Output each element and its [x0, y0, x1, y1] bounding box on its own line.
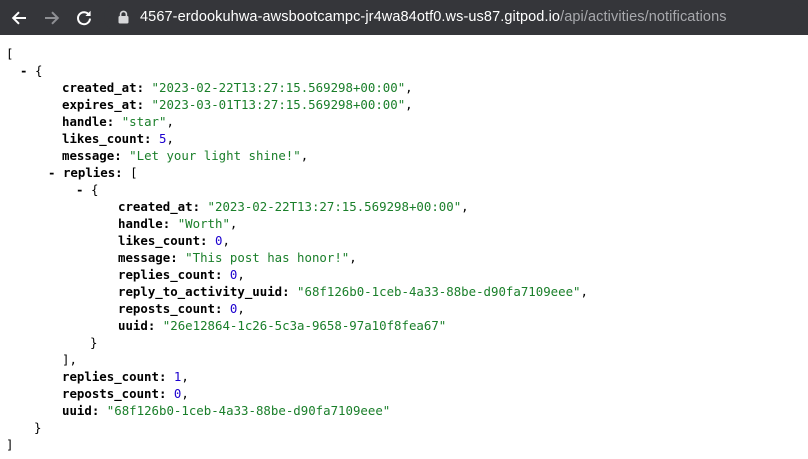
json-line: - {: [20, 63, 43, 78]
json-key: handle:: [118, 216, 171, 231]
url-text[interactable]: 4567-erdookuhwa-awsbootcampc-jr4wa84otf0…: [140, 3, 727, 32]
json-line: reposts_count: 0,: [118, 301, 245, 316]
json-key: reply_to_activity_uuid:: [118, 284, 290, 299]
json-line: likes_count: 0,: [118, 233, 230, 248]
json-value: 5: [159, 131, 167, 146]
json-line: reposts_count: 0,: [62, 386, 189, 401]
json-key: reposts_count:: [62, 386, 167, 401]
json-line: - {: [76, 182, 99, 197]
json-line: reply_to_activity_uuid: "68f126b0-1ceb-4…: [118, 284, 588, 299]
json-key: message:: [118, 250, 178, 265]
json-value: 0: [229, 301, 238, 316]
reload-button[interactable]: [72, 6, 96, 30]
json-line: replies_count: 1,: [62, 369, 189, 384]
collapse-toggle[interactable]: -: [76, 182, 83, 197]
forward-arrow-icon: [45, 11, 60, 25]
json-line: message: "Let your light shine!",: [62, 148, 309, 163]
json-line: likes_count: 5,: [62, 131, 174, 146]
json-line: uuid: "68f126b0-1ceb-4a33-88be-d90fa7109…: [62, 402, 390, 419]
json-value: "Let your light shine!": [129, 148, 301, 163]
json-value: 0: [173, 386, 182, 401]
json-key: created_at:: [62, 80, 145, 95]
json-value: "26e12864-1c26-5c3a-9658-97a10f8fea67": [162, 318, 447, 333]
json-value: "star": [121, 114, 167, 129]
json-value: 1: [173, 369, 182, 384]
browser-toolbar: 4567-erdookuhwa-awsbootcampc-jr4wa84otf0…: [0, 0, 808, 35]
json-key: replies:: [62, 165, 123, 180]
json-value: "2023-02-22T13:27:15.569298+00:00": [151, 80, 406, 95]
json-key: replies_count:: [118, 267, 223, 282]
back-arrow-icon: [11, 11, 26, 25]
json-line: created_at: "2023-02-22T13:27:15.569298+…: [118, 199, 469, 214]
json-key: uuid:: [118, 318, 156, 333]
json-key: handle:: [62, 114, 115, 129]
json-array-close: ]: [6, 437, 14, 452]
json-line: - replies: [: [48, 165, 138, 180]
json-line: expires_at: "2023-03-01T13:27:15.569298+…: [62, 97, 413, 112]
json-value: "2023-03-01T13:27:15.569298+00:00": [151, 97, 406, 112]
json-value: 0: [215, 233, 223, 248]
back-button[interactable]: [7, 6, 31, 30]
json-key: message:: [62, 148, 122, 163]
collapse-toggle[interactable]: -: [48, 165, 55, 180]
json-key: created_at:: [118, 199, 201, 214]
json-key: likes_count:: [118, 233, 208, 248]
lock-icon[interactable]: [118, 10, 129, 24]
json-line: }: [34, 420, 42, 435]
reload-icon: [77, 10, 91, 26]
json-value: "Worth": [177, 216, 230, 231]
json-line: uuid: "26e12864-1c26-5c3a-9658-97a10f8fe…: [118, 317, 446, 334]
json-line: ],: [62, 352, 77, 367]
json-array-open: [: [6, 46, 14, 61]
url-path: /api/activities/notifications: [560, 9, 727, 25]
json-key: expires_at:: [62, 97, 145, 112]
address-bar[interactable]: 4567-erdookuhwa-awsbootcampc-jr4wa84otf0…: [104, 3, 804, 32]
json-line: handle: "Worth",: [118, 216, 238, 231]
json-value: "2023-02-22T13:27:15.569298+00:00": [207, 199, 462, 214]
json-value: "68f126b0-1ceb-4a33-88be-d90fa7109eee": [297, 284, 581, 299]
json-line: created_at: "2023-02-22T13:27:15.569298+…: [62, 80, 413, 95]
json-value: "This post has honor!": [185, 250, 350, 265]
json-value: "68f126b0-1ceb-4a33-88be-d90fa7109eee": [106, 403, 391, 418]
json-line: handle: "star",: [62, 114, 174, 129]
json-line: replies_count: 0,: [118, 267, 245, 282]
url-host: 4567-erdookuhwa-awsbootcampc-jr4wa84otf0…: [140, 9, 561, 25]
json-value: 0: [229, 267, 238, 282]
json-viewer: [ - { created_at: "2023-02-22T13:27:15.5…: [0, 35, 808, 459]
json-key: uuid:: [62, 403, 100, 418]
json-key: replies_count:: [62, 369, 167, 384]
json-key: reposts_count:: [118, 301, 223, 316]
json-key: likes_count:: [62, 131, 152, 146]
collapse-toggle[interactable]: -: [20, 63, 27, 78]
forward-button[interactable]: [40, 6, 64, 30]
json-line: message: "This post has honor!",: [118, 250, 357, 265]
json-line: }: [90, 335, 98, 350]
